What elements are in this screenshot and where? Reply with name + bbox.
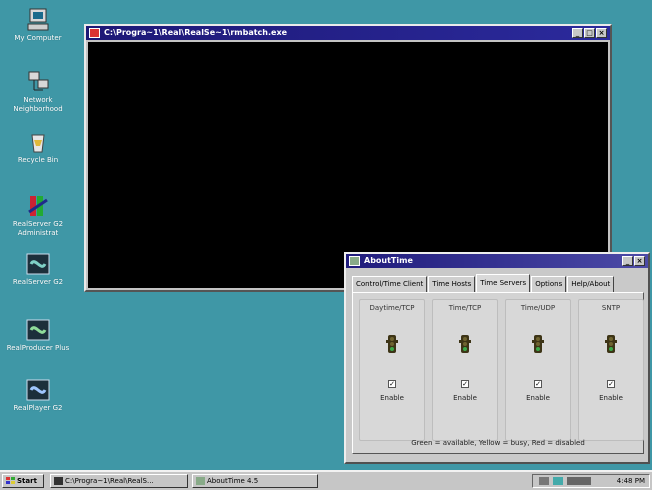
- traffic-light-icon: [386, 334, 398, 356]
- tray-icon[interactable]: [539, 477, 549, 485]
- realserver-admin-icon: [25, 194, 51, 218]
- realserver-icon: [25, 252, 51, 276]
- minimize-button[interactable]: _: [572, 28, 583, 38]
- desktop-icon-realserver[interactable]: RealServer G2: [0, 252, 76, 287]
- server-name: Time/UDP: [520, 304, 556, 312]
- enable-label: Enable: [380, 394, 404, 402]
- start-button[interactable]: Start: [2, 474, 44, 488]
- abouttime-window[interactable]: AboutTime _ × Control/Time Client Time H…: [344, 252, 650, 464]
- desktop-icon-label: RealServer G2 Administrat: [12, 220, 64, 237]
- taskbar-item-abouttime[interactable]: AboutTime 4.5: [192, 474, 318, 488]
- desktop-icon-label: Recycle Bin: [17, 156, 59, 164]
- close-button[interactable]: ×: [596, 28, 607, 38]
- console-task-icon: [54, 477, 63, 485]
- desktop-icon-recycle-bin[interactable]: Recycle Bin: [0, 130, 76, 165]
- taskbar-item-label: C:\Progra~1\Real\RealS...: [65, 477, 154, 485]
- enable-label: Enable: [599, 394, 623, 402]
- desktop-icon-realserver-admin[interactable]: RealServer G2 Administrat: [0, 194, 76, 238]
- abouttime-task-icon: [196, 477, 205, 485]
- tray-icon[interactable]: [553, 477, 563, 485]
- desktop-icon-label: My Computer: [14, 34, 62, 42]
- enable-label: Enable: [526, 394, 550, 402]
- taskbar: Start C:\Progra~1\Real\RealS... AboutTim…: [0, 470, 652, 490]
- close-button[interactable]: ×: [634, 256, 645, 266]
- status-legend: Green = available, Yellow = busy, Red = …: [411, 439, 585, 447]
- traffic-light-icon: [605, 334, 617, 356]
- server-column-daytime-tcp: Daytime/TCP ✓ Enable: [359, 299, 425, 441]
- abouttime-app-icon: [349, 256, 360, 266]
- realplayer-icon: [25, 378, 51, 402]
- enable-checkbox[interactable]: ✓: [388, 380, 396, 388]
- system-tray: 4:48 PM: [532, 474, 650, 488]
- taskbar-clock[interactable]: 4:48 PM: [617, 475, 645, 487]
- console-titlebar[interactable]: C:\Progra~1\Real\RealSe~1\rmbatch.exe _ …: [86, 26, 610, 40]
- server-name: Time/TCP: [448, 304, 482, 312]
- taskbar-item-console[interactable]: C:\Progra~1\Real\RealS...: [50, 474, 188, 488]
- desktop-icon-label: RealPlayer G2: [13, 404, 63, 412]
- maximize-button[interactable]: □: [584, 28, 595, 38]
- my-computer-icon: [25, 8, 51, 32]
- tab-control-time-client[interactable]: Control/Time Client: [352, 276, 428, 292]
- abouttime-titlebar[interactable]: AboutTime _ ×: [346, 254, 648, 268]
- server-column-time-udp: Time/UDP ✓ Enable: [505, 299, 571, 441]
- server-column-sntp: SNTP ✓ Enable: [578, 299, 644, 441]
- tab-time-servers[interactable]: Time Servers: [476, 274, 531, 292]
- desktop-icon-label: RealProducer Plus: [6, 344, 70, 352]
- desktop-icon-realplayer[interactable]: RealPlayer G2: [0, 378, 76, 413]
- desktop-icon-my-computer[interactable]: My Computer: [0, 8, 76, 43]
- taskbar-item-label: AboutTime 4.5: [207, 477, 259, 485]
- console-title: C:\Progra~1\Real\RealSe~1\rmbatch.exe: [104, 28, 288, 37]
- desktop-icon-label: RealServer G2: [12, 278, 64, 286]
- desktop-icon-realproducer[interactable]: RealProducer Plus: [0, 318, 76, 353]
- tab-help-about[interactable]: Help/About: [567, 276, 615, 292]
- traffic-light-icon: [532, 334, 544, 356]
- enable-checkbox[interactable]: ✓: [534, 380, 542, 388]
- server-name: SNTP: [601, 304, 621, 312]
- start-label: Start: [17, 477, 37, 485]
- traffic-light-icon: [459, 334, 471, 356]
- console-app-icon: [89, 28, 100, 38]
- tab-strip: Control/Time Client Time Hosts Time Serv…: [352, 274, 644, 292]
- recycle-bin-icon: [25, 130, 51, 154]
- enable-label: Enable: [453, 394, 477, 402]
- enable-checkbox[interactable]: ✓: [461, 380, 469, 388]
- enable-checkbox[interactable]: ✓: [607, 380, 615, 388]
- tray-icon[interactable]: [567, 477, 591, 485]
- desktop-icon-label: Network Neighborhood: [13, 96, 63, 113]
- time-servers-panel: Daytime/TCP ✓ Enable Time/TCP ✓ Enable T…: [352, 292, 644, 454]
- realproducer-icon: [25, 318, 51, 342]
- tab-time-hosts[interactable]: Time Hosts: [428, 276, 476, 292]
- desktop-icon-network[interactable]: Network Neighborhood: [0, 70, 76, 114]
- network-neighborhood-icon: [25, 70, 51, 94]
- server-name: Daytime/TCP: [369, 304, 415, 312]
- abouttime-title: AboutTime: [364, 256, 413, 265]
- windows-logo-icon: [6, 477, 15, 485]
- minimize-button[interactable]: _: [622, 256, 633, 266]
- tab-options[interactable]: Options: [531, 276, 567, 292]
- server-column-time-tcp: Time/TCP ✓ Enable: [432, 299, 498, 441]
